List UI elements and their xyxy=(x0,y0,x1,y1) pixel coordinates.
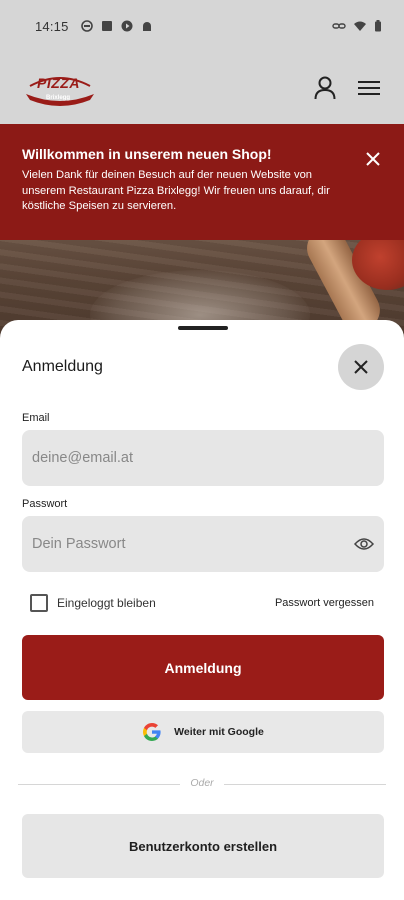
user-icon[interactable] xyxy=(314,76,336,100)
wifi-icon xyxy=(354,21,366,31)
drag-handle[interactable] xyxy=(178,326,228,330)
notification-icons xyxy=(80,20,153,32)
square-app-icon xyxy=(101,21,112,31)
password-label: Passwort xyxy=(22,498,68,510)
close-icon[interactable] xyxy=(364,150,382,168)
pizza-logo[interactable]: PIZZA Brixlegg xyxy=(24,68,96,108)
google-icon xyxy=(143,723,161,741)
divider-text: Oder xyxy=(180,777,224,789)
banner-text: Vielen Dank für deinen Besuch auf der ne… xyxy=(22,169,330,212)
system-icons xyxy=(332,20,382,32)
welcome-banner: Willkommen in unserem neuen Shop! Vielen… xyxy=(0,124,404,240)
logo-subtext: Brixlegg xyxy=(46,95,71,101)
status-time: 14:15 xyxy=(35,18,69,34)
password-field[interactable] xyxy=(32,536,354,552)
create-account-button[interactable]: Benutzerkonto erstellen xyxy=(22,814,384,878)
header-actions xyxy=(314,76,380,100)
remember-checkbox[interactable] xyxy=(30,594,48,612)
link-icon xyxy=(332,23,346,29)
banner-title: Willkommen in unserem neuen Shop! xyxy=(22,146,272,162)
play-icon xyxy=(121,20,133,32)
app-header: PIZZA Brixlegg xyxy=(0,52,404,124)
login-sheet: Anmeldung Email Passwort Eingeloggt blei… xyxy=(0,320,404,900)
android-icon xyxy=(142,22,151,31)
email-field[interactable] xyxy=(32,450,374,466)
battery-icon xyxy=(375,20,381,32)
sheet-title: Anmeldung xyxy=(22,358,103,375)
email-field-box xyxy=(22,430,384,486)
status-bar: 14:15 xyxy=(0,0,404,52)
sync-icon xyxy=(80,20,93,32)
menu-icon[interactable] xyxy=(358,80,380,96)
email-label: Email xyxy=(22,412,50,424)
sheet-close-button[interactable] xyxy=(338,344,384,390)
logo-text: PIZZA xyxy=(37,75,80,91)
forgot-password-link[interactable]: Passwort vergessen xyxy=(275,597,374,609)
google-login-button[interactable]: Weiter mit Google xyxy=(22,711,384,753)
close-icon xyxy=(354,360,368,374)
login-button[interactable]: Anmeldung xyxy=(22,635,384,700)
remember-label: Eingeloggt bleiben xyxy=(57,596,156,610)
remember-me[interactable]: Eingeloggt bleiben xyxy=(30,594,156,612)
password-field-box xyxy=(22,516,384,572)
eye-icon[interactable] xyxy=(354,537,374,551)
google-button-label: Weiter mit Google xyxy=(174,726,264,738)
